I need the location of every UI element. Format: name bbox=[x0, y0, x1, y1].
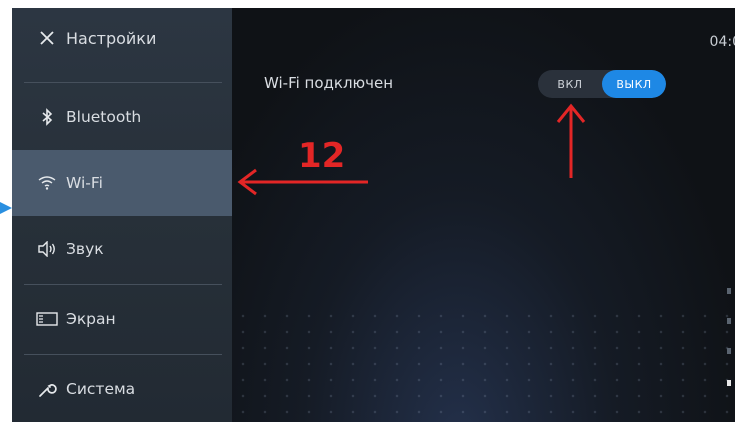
settings-header: Настройки bbox=[12, 8, 232, 68]
sidebar-item-bluetooth[interactable]: Bluetooth bbox=[12, 84, 232, 150]
close-icon[interactable] bbox=[34, 30, 60, 46]
bluetooth-icon bbox=[34, 108, 60, 126]
sidebar-item-label: Экран bbox=[66, 310, 116, 328]
settings-title: Настройки bbox=[66, 28, 157, 48]
pointer-marker bbox=[0, 202, 12, 214]
divider bbox=[24, 284, 222, 285]
annotation-number: 12 bbox=[298, 136, 346, 176]
settings-sidebar: Настройки Bluetooth Wi-Fi Звук Экран Сис… bbox=[12, 8, 232, 422]
speaker-icon bbox=[34, 241, 60, 257]
toggle-on-option[interactable]: ВКЛ bbox=[538, 70, 602, 98]
wifi-status-label: Wi-Fi подключен bbox=[264, 74, 394, 92]
background-pattern bbox=[232, 308, 735, 422]
wifi-toggle[interactable]: ВКЛ ВЫКЛ bbox=[538, 70, 666, 98]
clock: 04:0 bbox=[709, 34, 735, 50]
sidebar-item-label: Система bbox=[66, 380, 136, 398]
settings-screen: Настройки Bluetooth Wi-Fi Звук Экран Сис… bbox=[12, 8, 735, 422]
toggle-off-option[interactable]: ВЫКЛ bbox=[602, 70, 666, 98]
screen-icon bbox=[34, 312, 60, 326]
divider bbox=[24, 82, 222, 83]
wifi-icon bbox=[34, 176, 60, 190]
sidebar-item-sound[interactable]: Звук bbox=[12, 216, 232, 282]
sidebar-item-label: Wi-Fi bbox=[66, 174, 103, 192]
sidebar-item-system[interactable]: Система bbox=[12, 356, 232, 422]
wrench-icon bbox=[34, 379, 60, 399]
sidebar-item-wifi[interactable]: Wi-Fi bbox=[12, 150, 232, 216]
scroll-indicator bbox=[727, 288, 733, 408]
sidebar-item-label: Bluetooth bbox=[66, 108, 142, 126]
sidebar-item-label: Звук bbox=[66, 240, 104, 258]
sidebar-item-screen[interactable]: Экран bbox=[12, 286, 232, 352]
divider bbox=[24, 354, 222, 355]
wifi-settings-panel: 04:0 Wi-Fi подключен ВКЛ ВЫКЛ bbox=[232, 8, 735, 422]
